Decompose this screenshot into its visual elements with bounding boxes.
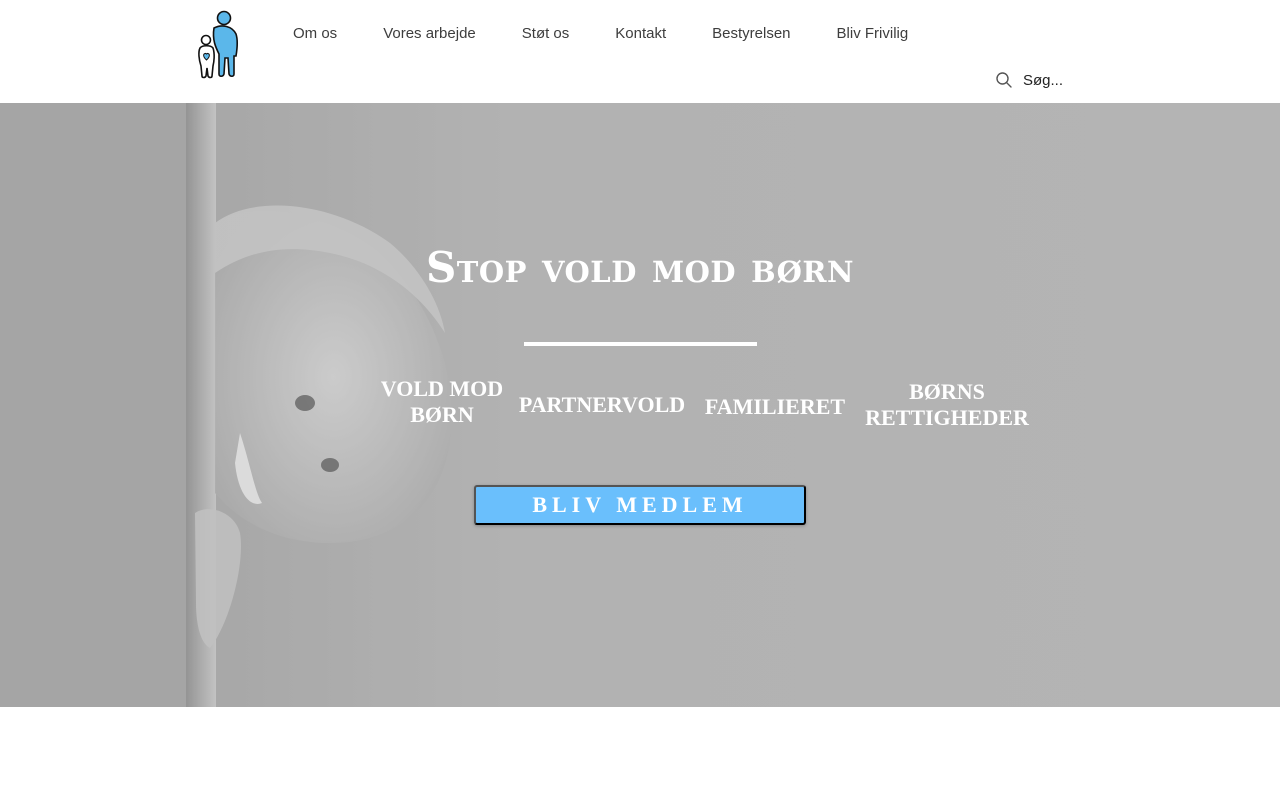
hero-title: Stop vold mod børn [425, 243, 855, 292]
nav-item-om-os[interactable]: Om os [270, 22, 360, 46]
search-input[interactable] [1023, 71, 1103, 89]
organization-logo[interactable] [192, 10, 242, 80]
main-navigation: Om os Vores arbejde Støt os Kontakt Best… [270, 22, 931, 46]
search-box [995, 68, 1115, 92]
topic-vold-mod-boern[interactable]: VOLD MOD BØRN [372, 376, 512, 428]
nav-item-vores-arbejde[interactable]: Vores arbejde [360, 22, 499, 46]
nav-item-stoet-os[interactable]: Støt os [499, 22, 593, 46]
topic-boerns-rettigheder[interactable]: BØRNS RETTIGHEDER [862, 379, 1032, 431]
nav-item-kontakt[interactable]: Kontakt [592, 22, 689, 46]
title-divider [524, 342, 757, 346]
search-icon[interactable] [995, 71, 1013, 89]
bliv-medlem-button[interactable]: BLIV MEDLEM [474, 485, 806, 525]
nav-item-bestyrelsen[interactable]: Bestyrelsen [689, 22, 813, 46]
nav-item-bliv-frivilig[interactable]: Bliv Frivilig [814, 22, 932, 46]
topic-partnervold[interactable]: PARTNERVOLD [512, 392, 692, 418]
topic-familieret[interactable]: FAMILIERET [700, 394, 850, 420]
site-header: Om os Vores arbejde Støt os Kontakt Best… [0, 0, 1280, 103]
hero-banner: Stop vold mod børn VOLD MOD BØRN PARTNER… [0, 103, 1280, 707]
